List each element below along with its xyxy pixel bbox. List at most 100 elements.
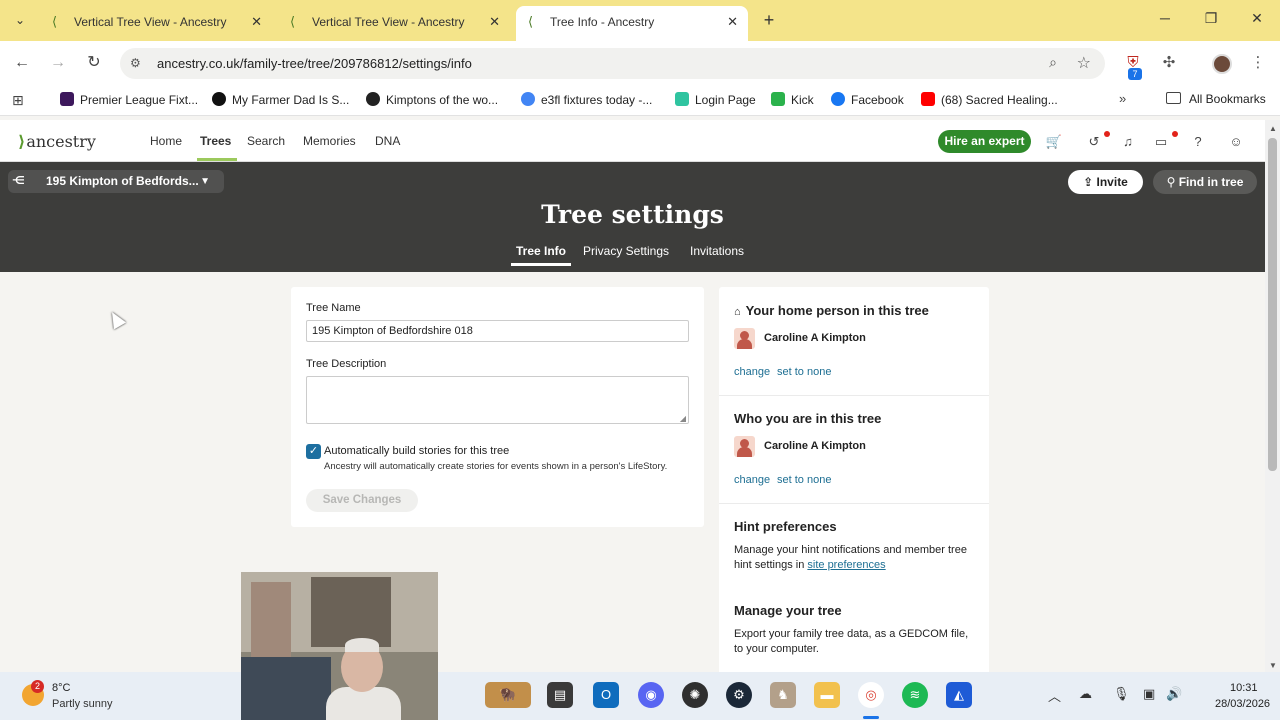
clock-date[interactable]: 28/03/2026 [1215, 698, 1270, 710]
close-tab-icon[interactable]: ✕ [489, 14, 500, 30]
who-you-are-name[interactable]: Caroline A Kimpton [764, 440, 866, 452]
close-window-icon[interactable]: ✕ [1247, 10, 1267, 27]
close-tab-icon[interactable]: ✕ [727, 14, 738, 30]
browser-tab-active[interactable]: ⟨ Tree Info - Ancestry ✕ [516, 6, 748, 41]
forward-icon[interactable]: → [47, 52, 69, 74]
bell-icon[interactable]: ♫ [1119, 133, 1137, 151]
tab-search-button[interactable]: ⌄ [8, 8, 32, 32]
help-icon[interactable]: ? [1189, 133, 1207, 151]
close-tab-icon[interactable]: ✕ [251, 14, 262, 30]
site-preferences-link[interactable]: site preferences [807, 559, 885, 571]
home-person-change-link[interactable]: change [734, 366, 770, 378]
zoom-icon[interactable]: ⌕ [1049, 54, 1057, 71]
save-changes-button[interactable]: Save Changes [306, 489, 418, 512]
hints-leaf-icon[interactable]: ↺ [1085, 133, 1103, 151]
resize-handle-icon[interactable]: ◢ [680, 414, 686, 423]
remote-desktop-icon[interactable]: ◭ [946, 682, 972, 708]
steam-icon[interactable]: ⚙ [726, 682, 752, 708]
outlook-icon[interactable]: O [593, 682, 619, 708]
clock-time[interactable]: 10:31 [1230, 682, 1258, 694]
weather-description[interactable]: Partly sunny [52, 698, 113, 710]
nav-search[interactable]: Search [247, 134, 285, 148]
active-app-indicator [863, 716, 879, 719]
volume-icon[interactable]: 🔊 [1166, 686, 1182, 702]
find-in-tree-button[interactable]: ⚲ Find in tree [1153, 170, 1257, 194]
extensions-puzzle-icon[interactable]: ✣ [1158, 52, 1180, 74]
microphone-icon[interactable]: 🎙 [1113, 686, 1130, 702]
address-bar[interactable]: ⚙ ancestry.co.uk/family-tree/tree/209786… [120, 48, 1105, 79]
scroll-down-icon[interactable]: ▼ [1269, 661, 1277, 670]
auto-stories-label[interactable]: Automatically build stories for this tre… [324, 445, 509, 457]
who-you-are-change-link[interactable]: change [734, 474, 770, 486]
messages-icon[interactable]: ▭ [1152, 133, 1170, 151]
reload-icon[interactable]: ↻ [83, 52, 105, 74]
bookmark-item[interactable]: Premier League Fixt... [60, 92, 198, 107]
onedrive-cloud-icon[interactable]: ☁ [1079, 686, 1092, 702]
bookmark-star-icon[interactable]: ☆ [1077, 53, 1091, 73]
person-search-icon: ⚲ [1166, 175, 1179, 189]
show-hidden-icons-icon[interactable]: ︿ [1048, 686, 1061, 705]
back-icon[interactable]: ← [11, 52, 33, 74]
hire-expert-button[interactable]: Hire an expert [938, 130, 1031, 153]
new-tab-button[interactable]: + [758, 9, 780, 31]
all-bookmarks-button[interactable]: All Bookmarks [1166, 92, 1266, 106]
bookmark-item[interactable]: (68) Sacred Healing... [921, 92, 1058, 107]
restore-icon[interactable]: ❐ [1201, 10, 1221, 27]
bookmark-item[interactable]: Login Page [675, 92, 756, 107]
scrollbar-thumb[interactable] [1268, 138, 1277, 471]
search-highlight-icon[interactable]: 🦬 [485, 682, 531, 708]
tab-tree-info[interactable]: Tree Info [516, 244, 566, 258]
bookmark-item[interactable]: e3fl fixtures today -... [521, 92, 652, 107]
tree-selector[interactable]: ⋲ 195 Kimpton of Bedfords... ▼ [8, 170, 224, 193]
bookmark-item[interactable]: My Farmer Dad Is S... [212, 92, 349, 107]
who-you-are-set-none-link[interactable]: set to none [777, 474, 831, 486]
tree-name-input[interactable]: 195 Kimpton of Bedfordshire 018 [306, 320, 689, 342]
task-view-icon[interactable]: ▤ [547, 682, 573, 708]
discord-icon[interactable]: ◉ [638, 682, 664, 708]
bookmark-label: My Farmer Dad Is S... [232, 93, 350, 107]
tab-privacy-settings[interactable]: Privacy Settings [583, 244, 669, 258]
more-bookmarks-icon[interactable]: » [1119, 91, 1126, 106]
apps-grid-icon[interactable]: ⊞ [12, 92, 24, 109]
spotify-icon[interactable]: ≋ [902, 682, 928, 708]
browser-toolbar: ← → ↻ ⚙ ancestry.co.uk/family-tree/tree/… [0, 41, 1280, 85]
site-info-icon[interactable]: ⚙ [130, 56, 141, 70]
network-icon[interactable]: ▣ [1143, 686, 1155, 702]
tree-people-panel: ⌂ Your home person in this tree Caroline … [719, 287, 989, 677]
browser-tab-1[interactable]: ⟨ Vertical Tree View - Ancestry ✕ [40, 6, 272, 41]
female-avatar-icon [734, 328, 755, 349]
home-person-name[interactable]: Caroline A Kimpton [764, 332, 866, 344]
tab-title: Tree Info - Ancestry [550, 15, 655, 29]
page-scrollbar[interactable]: ▲ ▼ [1265, 120, 1280, 672]
invite-button[interactable]: ⇪ Invite [1068, 170, 1143, 194]
bookmark-item[interactable]: Kick [771, 92, 814, 107]
cart-icon[interactable]: 🛒 [1045, 133, 1063, 151]
chatgpt-icon[interactable]: ✺ [682, 682, 708, 708]
game-icon[interactable]: ♞ [770, 682, 796, 708]
tree-description-textarea[interactable]: ◢ [306, 376, 689, 424]
account-avatar-icon[interactable]: ☺ [1227, 133, 1245, 151]
nav-home[interactable]: Home [150, 134, 182, 148]
scroll-up-icon[interactable]: ▲ [1269, 124, 1277, 133]
ancestry-logo[interactable]: ⟩ancestry [18, 132, 96, 151]
browser-tab-2[interactable]: ⟨ Vertical Tree View - Ancestry ✕ [278, 6, 510, 41]
windows-taskbar: 2 8°C Partly sunny 🦬 ▤ O ◉ ✺ ⚙ ♞ ▬ ◎ ≋ ◭… [0, 672, 1280, 720]
file-explorer-icon[interactable]: ▬ [814, 682, 840, 708]
site-header: ⟩ancestry Home Trees Search Memories DNA… [0, 120, 1265, 162]
weather-badge: 2 [31, 680, 44, 693]
auto-stories-checkbox[interactable]: ✓ [306, 444, 321, 459]
url-text[interactable]: ancestry.co.uk/family-tree/tree/20978681… [157, 56, 472, 71]
bookmark-item[interactable]: Facebook [831, 92, 904, 107]
female-avatar-icon [734, 436, 755, 457]
chrome-icon[interactable]: ◎ [858, 682, 884, 708]
nav-trees[interactable]: Trees [200, 134, 231, 148]
chrome-menu-icon[interactable]: ⋮ [1247, 52, 1269, 74]
weather-temperature[interactable]: 8°C [52, 682, 70, 694]
tab-invitations[interactable]: Invitations [690, 244, 744, 258]
nav-dna[interactable]: DNA [375, 134, 400, 148]
nav-memories[interactable]: Memories [303, 134, 356, 148]
minimize-icon[interactable]: ─ [1155, 10, 1175, 26]
home-person-set-none-link[interactable]: set to none [777, 366, 831, 378]
bookmark-item[interactable]: Kimptons of the wo... [366, 92, 498, 107]
profile-avatar[interactable] [1212, 54, 1232, 74]
